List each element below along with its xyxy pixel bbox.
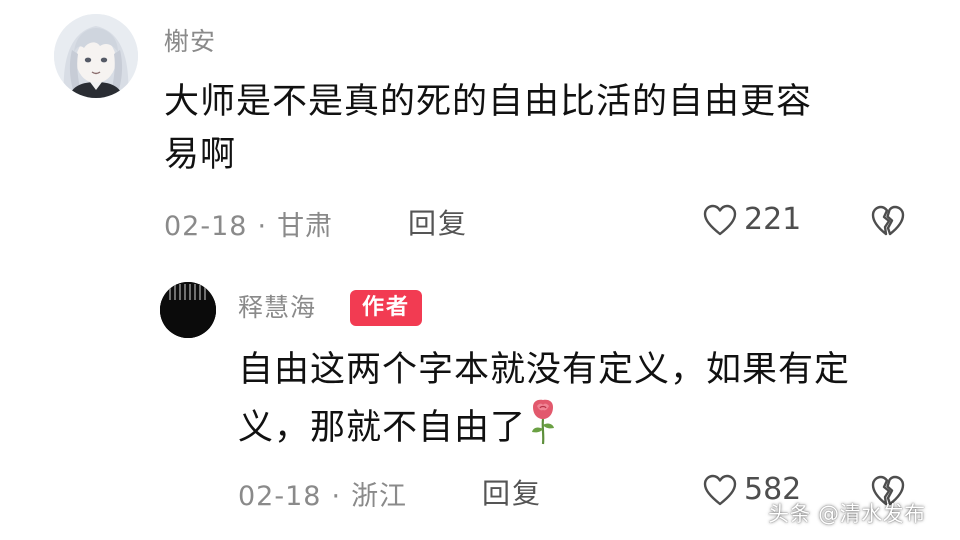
avatar[interactable] bbox=[54, 14, 138, 98]
avatar[interactable] bbox=[160, 282, 216, 338]
like-button[interactable]: 221 bbox=[702, 202, 801, 237]
comment-date: 02-18 bbox=[238, 481, 322, 512]
avatar-image bbox=[160, 282, 216, 338]
author-badge: 作者 bbox=[350, 290, 422, 326]
meta-separator: · bbox=[331, 481, 342, 512]
heart-outline-icon bbox=[703, 204, 737, 235]
comment-text: 大师是不是真的死的自由比活的自由更容 易啊 bbox=[164, 76, 812, 182]
meta-separator: · bbox=[257, 211, 268, 242]
comment-location: 浙江 bbox=[351, 481, 408, 512]
broken-heart-icon bbox=[871, 205, 905, 236]
comment-text-line: 自由这两个字本就没有定义，如果有定 bbox=[238, 350, 851, 390]
watermark: 头条 @清水发布 bbox=[768, 502, 926, 526]
comment-text-line: 大师是不是真的死的自由比活的自由更容 bbox=[164, 82, 813, 122]
comment-text-fragment: 义，那就不自由了 bbox=[238, 408, 527, 448]
comment-location: 甘肃 bbox=[277, 211, 334, 242]
reply-button[interactable]: 回复 bbox=[482, 472, 542, 512]
avatar-image bbox=[54, 14, 138, 98]
username[interactable]: 榭安 bbox=[164, 22, 216, 58]
comment-text: 自由这两个字本就没有定义，如果有定 义，那就不自由了 bbox=[238, 344, 850, 461]
dislike-button[interactable] bbox=[870, 204, 906, 238]
comment-text-line: 义，那就不自由了 bbox=[238, 397, 850, 461]
like-count: 221 bbox=[744, 202, 802, 237]
username[interactable]: 释慧海 bbox=[238, 288, 316, 324]
comment-date: 02-18 bbox=[164, 211, 248, 242]
comment-meta: 02-18 · 甘肃 bbox=[164, 204, 333, 243]
rose-icon bbox=[528, 397, 558, 461]
reply-button[interactable]: 回复 bbox=[408, 202, 468, 242]
comment-text-line: 易啊 bbox=[164, 135, 237, 175]
heart-outline-icon bbox=[703, 474, 737, 505]
comment-meta: 02-18 · 浙江 bbox=[238, 474, 407, 513]
